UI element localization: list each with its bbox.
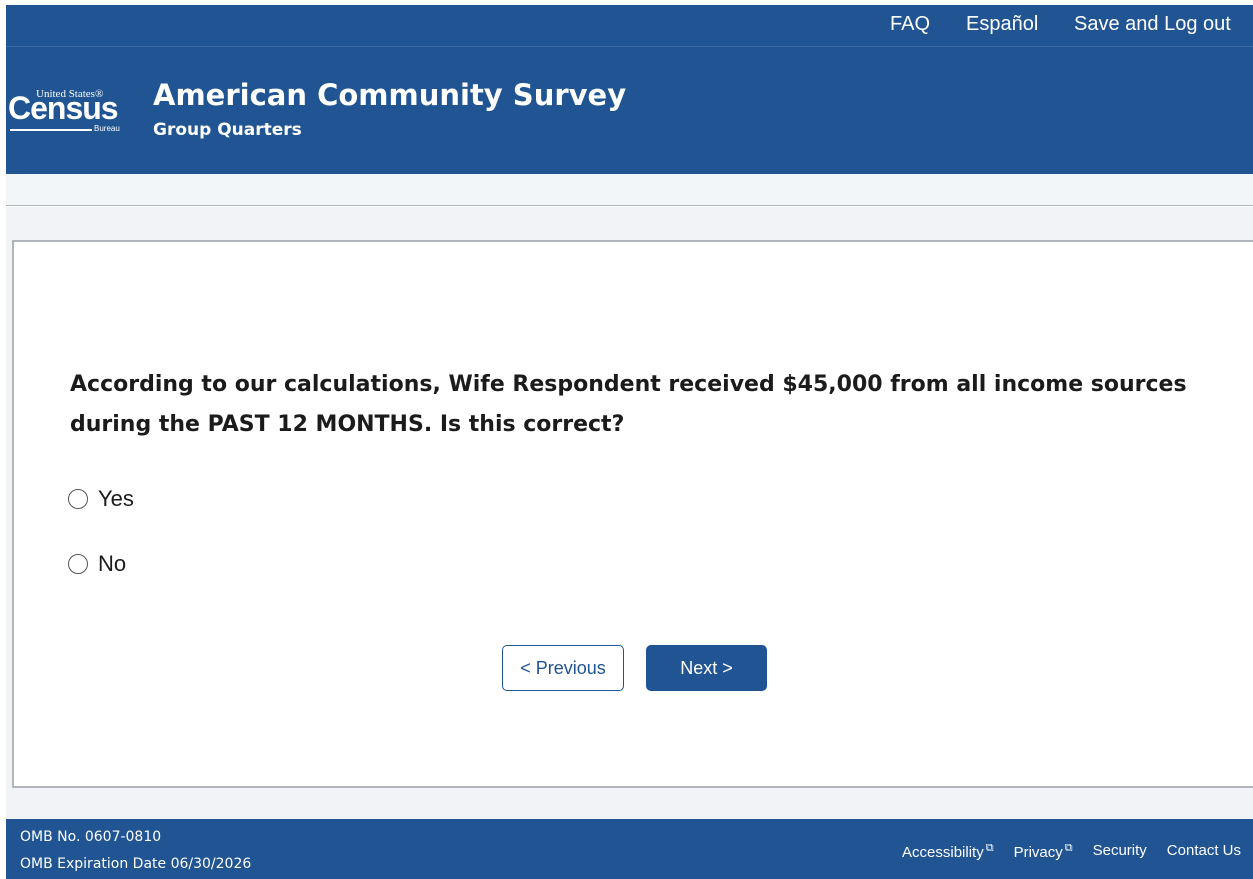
omb-expiration-date: OMB Expiration Date 06/30/2026 (20, 856, 252, 872)
answer-option-no[interactable]: No (68, 551, 126, 577)
top-navigation: FAQ Español Save and Log out (6, 5, 1253, 47)
security-link[interactable]: Security (1093, 842, 1147, 861)
answer-option-yes[interactable]: Yes (68, 486, 134, 512)
survey-subtitle: Group Quarters (153, 120, 302, 140)
site-header: FAQ Español Save and Log out United Stat… (6, 5, 1253, 174)
census-bureau-logo: United States® Census Bureau (8, 86, 124, 146)
question-text: According to our calculations, Wife Resp… (70, 372, 1187, 437)
previous-button[interactable]: < Previous (502, 645, 624, 691)
spanish-language-link[interactable]: Español (966, 13, 1038, 36)
question-card: According to our calculations, Wife Resp… (12, 240, 1253, 788)
no-radio-button[interactable] (68, 554, 88, 574)
contact-us-link[interactable]: Contact Us (1167, 842, 1241, 861)
no-option-label: No (98, 551, 127, 576)
privacy-link-label: Privacy (1013, 844, 1063, 861)
yes-option-label: Yes (98, 486, 134, 511)
footer-links: Accessibility ⧉ Privacy ⧉ Security Contact… (902, 842, 1241, 861)
accessibility-link[interactable]: Accessibility ⧉ (902, 842, 994, 861)
omb-number: OMB No. 0607-0810 (20, 829, 162, 845)
accessibility-link-label: Accessibility (902, 844, 984, 861)
yes-radio-button[interactable] (68, 489, 88, 509)
external-link-icon: ⧉ (1064, 842, 1073, 854)
external-link-icon: ⧉ (985, 842, 994, 854)
save-and-logout-link[interactable]: Save and Log out (1074, 13, 1231, 36)
next-button[interactable]: Next > (646, 645, 767, 691)
faq-link[interactable]: FAQ (890, 13, 930, 36)
site-footer: OMB No. 0607-0810 OMB Expiration Date 06… (6, 819, 1253, 879)
logo-underline (10, 129, 92, 131)
logo-census-text: Census (8, 90, 119, 126)
header-spacer-band (6, 174, 1253, 206)
survey-title: American Community Survey (153, 78, 627, 112)
logo-bureau-text: Bureau (94, 124, 120, 133)
privacy-link[interactable]: Privacy ⧉ (1014, 842, 1073, 861)
